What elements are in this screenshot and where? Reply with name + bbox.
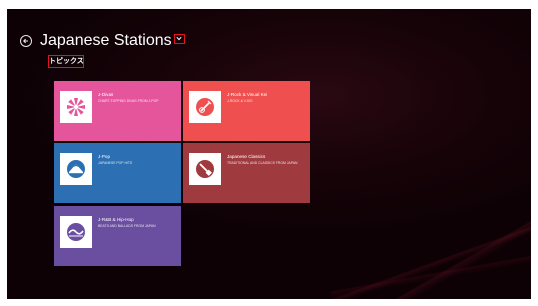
chevron-down-icon <box>176 36 182 41</box>
tile-name: Japanese Classics <box>227 154 266 159</box>
topics-header[interactable]: トピックス <box>48 55 84 68</box>
tile-description: Traditional and classics from Japan <box>227 161 298 165</box>
wave-icon <box>67 223 85 241</box>
tile-emblem <box>60 91 92 123</box>
page-title-text: Japanese Stations <box>40 32 172 49</box>
mountain-icon <box>67 160 85 178</box>
tile-emblem <box>60 153 92 185</box>
tile-description: Beats and ballads from Japan <box>98 224 156 228</box>
title-dropdown-button[interactable] <box>173 33 185 44</box>
page-title: Japanese Stations <box>40 31 185 51</box>
app-window: Japanese Stations トピックス J-Divas Chart- <box>7 9 531 299</box>
tile-name: J-R&B & Hip-Hop <box>98 217 134 222</box>
back-button[interactable] <box>20 35 32 47</box>
shamisen-icon <box>196 160 214 178</box>
tile-name: J-Pop <box>98 154 111 159</box>
pinwheel-icon <box>67 98 85 116</box>
station-tile-j-rock[interactable]: J-Rock & Visual Kei J-Rock & V-Kei <box>183 81 310 141</box>
tile-emblem <box>60 216 92 248</box>
tile-emblem <box>189 91 221 123</box>
station-tile-j-pop[interactable]: J-Pop Japanese pop hits <box>54 143 181 203</box>
tile-name: J-Divas <box>98 92 114 97</box>
tile-description: Japanese pop hits <box>98 161 133 165</box>
tile-emblem <box>189 153 221 185</box>
station-tile-j-rnb-hiphop[interactable]: J-R&B & Hip-Hop Beats and ballads from J… <box>54 206 181 266</box>
station-tile-j-divas[interactable]: J-Divas Chart-topping divas from J-Pop <box>54 81 181 141</box>
tile-description: J-Rock & V-Kei <box>227 99 253 103</box>
background-streaks <box>331 189 531 299</box>
tile-name: J-Rock & Visual Kei <box>227 92 268 97</box>
tile-description: Chart-topping divas from J-Pop <box>98 99 159 103</box>
guitar-icon <box>196 98 214 116</box>
station-tile-japanese-classics[interactable]: Japanese Classics Traditional and classi… <box>183 143 310 203</box>
back-arrow-icon <box>23 38 28 44</box>
